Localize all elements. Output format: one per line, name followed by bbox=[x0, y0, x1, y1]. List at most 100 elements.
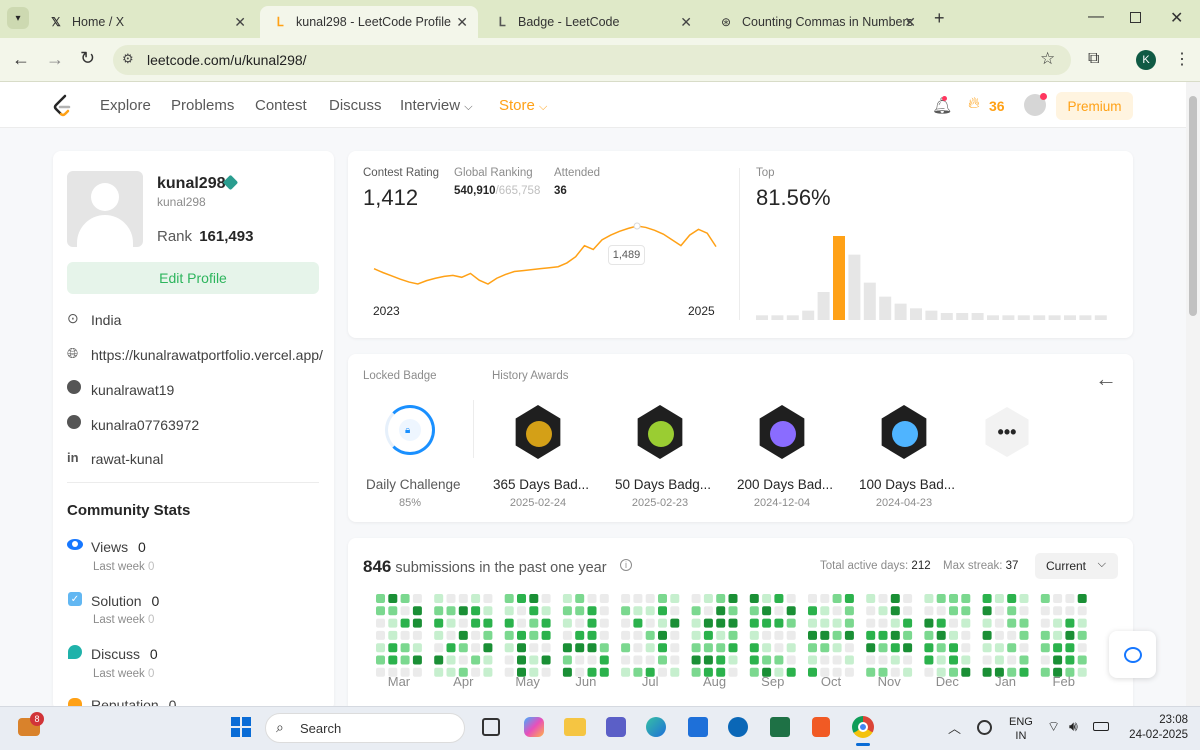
heatmap-cell[interactable] bbox=[541, 630, 551, 640]
heatmap-cell[interactable] bbox=[774, 655, 784, 665]
heatmap-cell[interactable] bbox=[728, 655, 738, 665]
nav-problems[interactable]: Problems bbox=[171, 97, 234, 114]
heatmap-cell[interactable] bbox=[376, 618, 385, 628]
heatmap-cell[interactable] bbox=[728, 594, 738, 603]
heatmap-cell[interactable] bbox=[749, 630, 759, 640]
heatmap-cell[interactable] bbox=[890, 655, 900, 665]
heatmap-cell[interactable] bbox=[832, 618, 842, 628]
copilot-icon[interactable] bbox=[524, 717, 544, 737]
heatmap-cell[interactable] bbox=[587, 606, 597, 616]
heatmap-cell[interactable] bbox=[716, 655, 726, 665]
heatmap-cell[interactable] bbox=[1065, 606, 1075, 616]
heatmap-cell[interactable] bbox=[458, 618, 468, 628]
heatmap-cell[interactable] bbox=[1019, 618, 1029, 628]
heatmap-cell[interactable] bbox=[728, 606, 738, 616]
heatmap-cell[interactable] bbox=[529, 618, 539, 628]
heatmap-cell[interactable] bbox=[994, 594, 1004, 603]
heatmap-cell[interactable] bbox=[446, 643, 456, 653]
wifi-icon[interactable]: ⌔ bbox=[1047, 718, 1060, 736]
heatmap-cell[interactable] bbox=[458, 594, 468, 603]
heatmap-cell[interactable] bbox=[994, 630, 1004, 640]
heatmap-cell[interactable] bbox=[936, 594, 946, 603]
heatmap-cell[interactable] bbox=[400, 618, 410, 628]
heatmap-cell[interactable] bbox=[749, 667, 759, 677]
heatmap-cell[interactable] bbox=[434, 594, 444, 603]
heatmap-cell[interactable] bbox=[504, 643, 514, 653]
heatmap-cell[interactable] bbox=[961, 667, 971, 677]
heatmap-cell[interactable] bbox=[691, 643, 701, 653]
nav-store[interactable]: Store ⌵ bbox=[499, 97, 547, 114]
close-icon[interactable]: ✕ bbox=[456, 14, 468, 31]
heatmap-cell[interactable] bbox=[832, 630, 842, 640]
heatmap-cell[interactable] bbox=[1019, 667, 1029, 677]
heatmap-cell[interactable] bbox=[703, 594, 713, 603]
badge-item[interactable] bbox=[756, 405, 808, 459]
profile-avatar[interactable]: K bbox=[1136, 50, 1156, 70]
nav-contest[interactable]: Contest bbox=[255, 97, 307, 114]
heatmap-cell[interactable] bbox=[994, 606, 1004, 616]
heatmap-cell[interactable] bbox=[936, 643, 946, 653]
heatmap-cell[interactable] bbox=[1053, 630, 1063, 640]
heatmap-cell[interactable] bbox=[866, 655, 876, 665]
heatmap-cell[interactable] bbox=[1007, 606, 1017, 616]
heatmap-cell[interactable] bbox=[458, 643, 468, 653]
heatmap-cell[interactable] bbox=[599, 606, 609, 616]
heatmap-cell[interactable] bbox=[376, 594, 385, 603]
heatmap-cell[interactable] bbox=[774, 643, 784, 653]
heatmap-cell[interactable] bbox=[541, 606, 551, 616]
heatmap-cell[interactable] bbox=[670, 655, 680, 665]
back-arrow-icon[interactable]: ← bbox=[1095, 366, 1117, 392]
heatmap-cell[interactable] bbox=[1040, 594, 1050, 603]
heatmap-cell[interactable] bbox=[562, 643, 572, 653]
heatmap-cell[interactable] bbox=[458, 606, 468, 616]
heatmap-cell[interactable] bbox=[633, 606, 643, 616]
maximize-icon[interactable] bbox=[1130, 12, 1141, 23]
profile-website-link[interactable]: https://kunalrawatportfolio.vercel.app/ bbox=[91, 347, 323, 363]
heatmap-cell[interactable] bbox=[728, 618, 738, 628]
heatmap-cell[interactable] bbox=[1040, 618, 1050, 628]
heatmap-cell[interactable] bbox=[982, 667, 992, 677]
heatmap-cell[interactable] bbox=[645, 606, 655, 616]
heatmap-cell[interactable] bbox=[808, 618, 817, 628]
heatmap-cell[interactable] bbox=[924, 606, 934, 616]
heatmap-cell[interactable] bbox=[774, 630, 784, 640]
taskbar-search-box[interactable]: ⌕ Search bbox=[265, 713, 465, 743]
heatmap-cell[interactable] bbox=[808, 594, 817, 603]
site-info-icon[interactable]: ⚙ bbox=[122, 51, 134, 67]
new-tab-icon[interactable]: + bbox=[934, 8, 945, 29]
profile-linkedin-link[interactable]: rawat-kunal bbox=[91, 451, 163, 467]
reload-icon[interactable]: ↻ bbox=[80, 48, 95, 69]
heatmap-cell[interactable] bbox=[1040, 643, 1050, 653]
heatmap-cell[interactable] bbox=[670, 606, 680, 616]
heatmap-cell[interactable] bbox=[982, 606, 992, 616]
profile-github-link[interactable]: kunalrawat19 bbox=[91, 382, 174, 398]
heatmap-cell[interactable] bbox=[728, 630, 738, 640]
heatmap-cell[interactable] bbox=[446, 594, 456, 603]
heatmap-cell[interactable] bbox=[1065, 655, 1075, 665]
heatmap-cell[interactable] bbox=[1065, 630, 1075, 640]
heatmap-cell[interactable] bbox=[400, 594, 410, 603]
heatmap-cell[interactable] bbox=[961, 655, 971, 665]
heatmap-cell[interactable] bbox=[1065, 594, 1075, 603]
heatmap-cell[interactable] bbox=[982, 643, 992, 653]
heatmap-cell[interactable] bbox=[599, 655, 609, 665]
heatmap-cell[interactable] bbox=[1077, 667, 1087, 677]
heatmap-cell[interactable] bbox=[621, 594, 631, 603]
heatmap-cell[interactable] bbox=[936, 655, 946, 665]
heatmap-cell[interactable] bbox=[878, 606, 888, 616]
heatmap-cell[interactable] bbox=[529, 630, 539, 640]
heatmap-cell[interactable] bbox=[541, 618, 551, 628]
close-window-icon[interactable]: ✕ bbox=[1170, 8, 1183, 28]
heatmap-cell[interactable] bbox=[412, 655, 422, 665]
heatmap-cell[interactable] bbox=[982, 594, 992, 603]
heatmap-cell[interactable] bbox=[1065, 643, 1075, 653]
rating-line-chart[interactable] bbox=[370, 222, 720, 288]
heatmap-cell[interactable] bbox=[903, 643, 913, 653]
heatmap-cell[interactable] bbox=[703, 655, 713, 665]
brave-icon[interactable] bbox=[812, 717, 830, 737]
heatmap-cell[interactable] bbox=[471, 618, 481, 628]
heatmap-cell[interactable] bbox=[587, 643, 597, 653]
heatmap-cell[interactable] bbox=[434, 618, 444, 628]
heatmap-cell[interactable] bbox=[658, 630, 667, 640]
leetcode-logo-icon[interactable] bbox=[52, 94, 72, 118]
